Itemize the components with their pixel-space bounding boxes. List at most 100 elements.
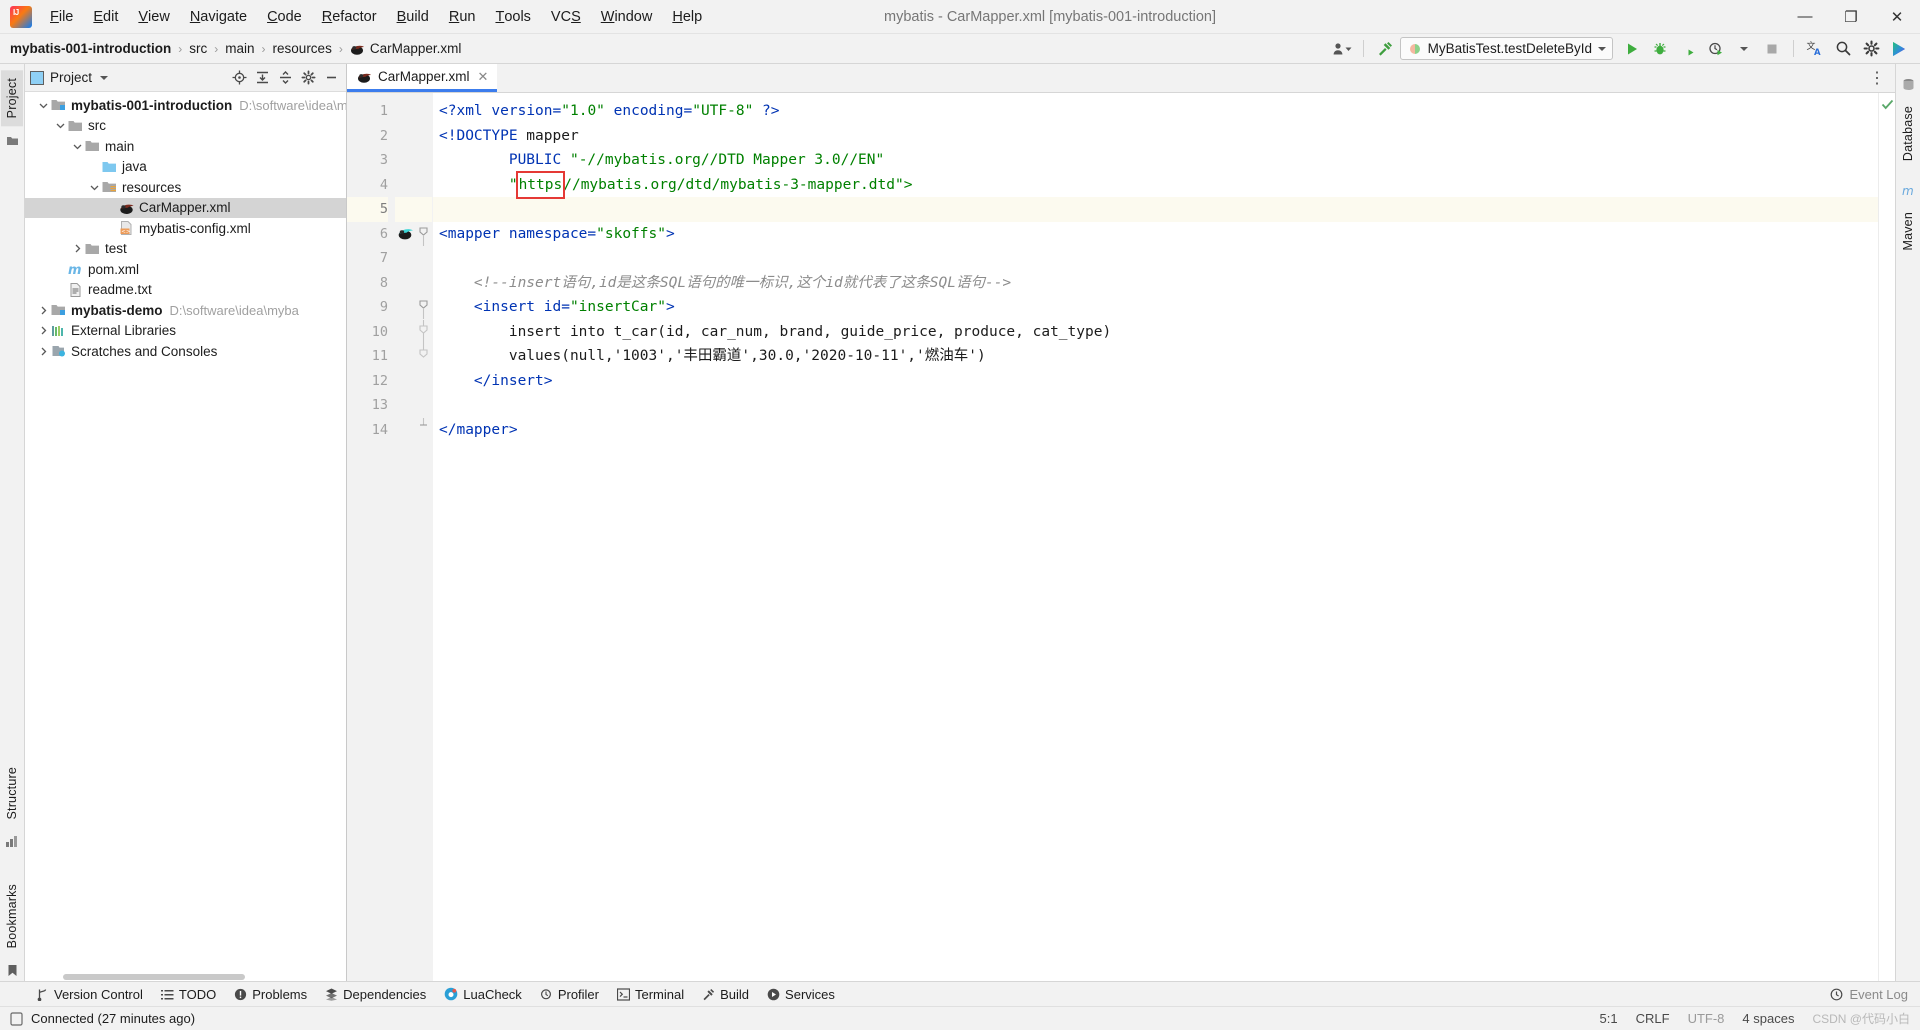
tool-window-problems[interactable]: Problems <box>226 985 315 1004</box>
menu-item-file[interactable]: File <box>40 0 83 33</box>
mybatis-mapper-icon[interactable] <box>395 222 417 247</box>
tool-window-dependencies[interactable]: Dependencies <box>317 985 434 1004</box>
file-encoding[interactable]: UTF-8 <box>1688 1011 1725 1026</box>
code-line[interactable] <box>433 393 1878 418</box>
close-button[interactable]: ✕ <box>1874 0 1920 33</box>
profiler-icon[interactable] <box>1703 37 1729 61</box>
tree-node-mybatis-demo[interactable]: mybatis-demoD:\software\idea\myba <box>25 300 346 321</box>
maven-icon[interactable]: m <box>1901 183 1915 197</box>
tree-node-java[interactable]: java <box>25 157 346 178</box>
tree-node-mybatis-config-xml[interactable]: <>mybatis-config.xml <box>25 218 346 239</box>
ide-feature-icon[interactable] <box>1886 37 1912 61</box>
tree-node-external-libraries[interactable]: External Libraries <box>25 321 346 342</box>
chevron-right-icon[interactable] <box>37 347 50 356</box>
tree-node-main[interactable]: main <box>25 136 346 157</box>
sidebar-item-structure[interactable]: Structure <box>1 759 23 828</box>
more-actions-icon[interactable]: ⋮ <box>1869 68 1886 88</box>
settings-gear-icon[interactable] <box>298 68 318 88</box>
fold-marker-endtag[interactable] <box>417 418 432 443</box>
run-configuration-selector[interactable]: MyBatisTest.testDeleteById <box>1400 37 1613 60</box>
run-icon[interactable] <box>1619 37 1645 61</box>
menu-item-window[interactable]: Window <box>591 0 663 33</box>
breadcrumb-item-main[interactable]: main <box>225 41 254 56</box>
maximize-button[interactable]: ❐ <box>1828 0 1874 33</box>
tree-node-mybatis-001-introduction[interactable]: mybatis-001-introductionD:\software\idea… <box>25 95 346 116</box>
hide-icon[interactable] <box>321 68 341 88</box>
commit-icon[interactable] <box>5 133 19 147</box>
code-line[interactable]: <mapper namespace="skoffs"> <box>433 222 1878 247</box>
debug-icon[interactable] <box>1647 37 1673 61</box>
search-everywhere-icon[interactable] <box>1830 37 1856 61</box>
editor-tab-carmapper[interactable]: CarMapper.xml ✕ <box>347 64 497 92</box>
menu-item-tools[interactable]: Tools <box>485 0 540 33</box>
structure-icon[interactable] <box>5 835 19 849</box>
close-icon[interactable]: ✕ <box>478 69 489 85</box>
code-line[interactable] <box>433 197 1878 222</box>
code-editor[interactable]: 1234567891011121314 <?xml version="1.0" … <box>347 93 1895 981</box>
code-line[interactable]: </insert> <box>433 369 1878 394</box>
chevron-right-icon[interactable] <box>37 306 50 315</box>
expand-all-icon[interactable] <box>252 68 272 88</box>
tool-window-luacheck[interactable]: LuaCheck <box>436 985 530 1004</box>
tool-window-services[interactable]: Services <box>759 985 843 1004</box>
code-line[interactable]: </mapper> <box>433 418 1878 443</box>
bookmark-icon[interactable] <box>5 963 19 977</box>
indent-setting[interactable]: 4 spaces <box>1742 1011 1794 1026</box>
project-tree[interactable]: mybatis-001-introductionD:\software\idea… <box>25 92 346 972</box>
chevron-down-icon[interactable] <box>54 121 67 130</box>
chevron-down-icon[interactable] <box>37 101 50 110</box>
code-line[interactable]: "https//mybatis.org/dtd/mybatis-3-mapper… <box>433 173 1878 198</box>
code-line[interactable]: insert into t_car(id, car_num, brand, gu… <box>433 320 1878 345</box>
sidebar-item-bookmarks[interactable]: Bookmarks <box>1 876 23 956</box>
code-line[interactable]: <!DOCTYPE mapper <box>433 124 1878 149</box>
code-line[interactable]: values(null,'1003','丰田霸道',30.0,'2020-10-… <box>433 344 1878 369</box>
menu-item-code[interactable]: Code <box>257 0 312 33</box>
chevron-right-icon[interactable] <box>37 326 50 335</box>
menu-item-edit[interactable]: Edit <box>83 0 128 33</box>
tree-node-resources[interactable]: resources <box>25 177 346 198</box>
stop-icon[interactable] <box>1759 37 1785 61</box>
hammer-build-icon[interactable] <box>1372 37 1398 61</box>
tree-node-carmapper-xml[interactable]: CarMapper.xml <box>25 198 346 219</box>
code-folding-gutter[interactable] <box>417 93 433 981</box>
code-line[interactable]: <?xml version="1.0" encoding="UTF-8" ?> <box>433 99 1878 124</box>
menu-item-help[interactable]: Help <box>662 0 712 33</box>
menu-item-view[interactable]: View <box>128 0 179 33</box>
tree-node-scratches-and-consoles[interactable]: Scratches and Consoles <box>25 341 346 362</box>
tool-window-build[interactable]: Build <box>694 985 757 1004</box>
breadcrumb-item-carmapper-xml[interactable]: CarMapper.xml <box>350 41 462 56</box>
chevron-right-icon[interactable] <box>71 244 84 253</box>
tool-window-profiler[interactable]: Profiler <box>532 985 607 1004</box>
code-content[interactable]: <?xml version="1.0" encoding="UTF-8" ?><… <box>433 93 1878 981</box>
line-separator[interactable]: CRLF <box>1636 1011 1670 1026</box>
breadcrumb-item-src[interactable]: src <box>189 41 207 56</box>
user-dropdown-icon[interactable] <box>1329 37 1355 61</box>
code-line[interactable]: PUBLIC "-//mybatis.org//DTD Mapper 3.0//… <box>433 148 1878 173</box>
chevron-down-icon[interactable] <box>100 76 108 80</box>
chevron-down-icon[interactable] <box>88 183 101 192</box>
breadcrumb-item-resources[interactable]: resources <box>273 41 332 56</box>
sidebar-item-maven[interactable]: Maven <box>1897 204 1919 259</box>
tree-node-src[interactable]: src <box>25 116 346 137</box>
translate-icon[interactable]: 文 A <box>1802 37 1828 61</box>
collapse-all-icon[interactable] <box>275 68 295 88</box>
chevron-down-icon[interactable] <box>1598 47 1606 51</box>
profiler-dropdown-icon[interactable] <box>1731 37 1757 61</box>
menu-item-vcs[interactable]: VCS <box>541 0 591 33</box>
tree-node-test[interactable]: test <box>25 239 346 260</box>
code-line[interactable]: <insert id="insertCar"> <box>433 295 1878 320</box>
fold-marker-start[interactable] <box>417 222 432 247</box>
tool-window-version-control[interactable]: Version Control <box>28 985 151 1004</box>
sidebar-item-database[interactable]: Database <box>1897 98 1919 169</box>
minimize-button[interactable]: — <box>1782 0 1828 33</box>
database-icon[interactable] <box>1901 77 1915 91</box>
menu-item-build[interactable]: Build <box>387 0 439 33</box>
tool-window-terminal[interactable]: Terminal <box>609 985 692 1004</box>
chevron-down-icon[interactable] <box>71 142 84 151</box>
breadcrumb-item-mybatis-001-introduction[interactable]: mybatis-001-introduction <box>10 41 171 56</box>
settings-gear-icon[interactable] <box>1858 37 1884 61</box>
project-horizontal-scrollbar[interactable] <box>25 972 346 981</box>
inspection-gutter[interactable] <box>1878 93 1895 981</box>
sidebar-item-project[interactable]: Project <box>1 70 23 126</box>
menu-item-refactor[interactable]: Refactor <box>312 0 387 33</box>
